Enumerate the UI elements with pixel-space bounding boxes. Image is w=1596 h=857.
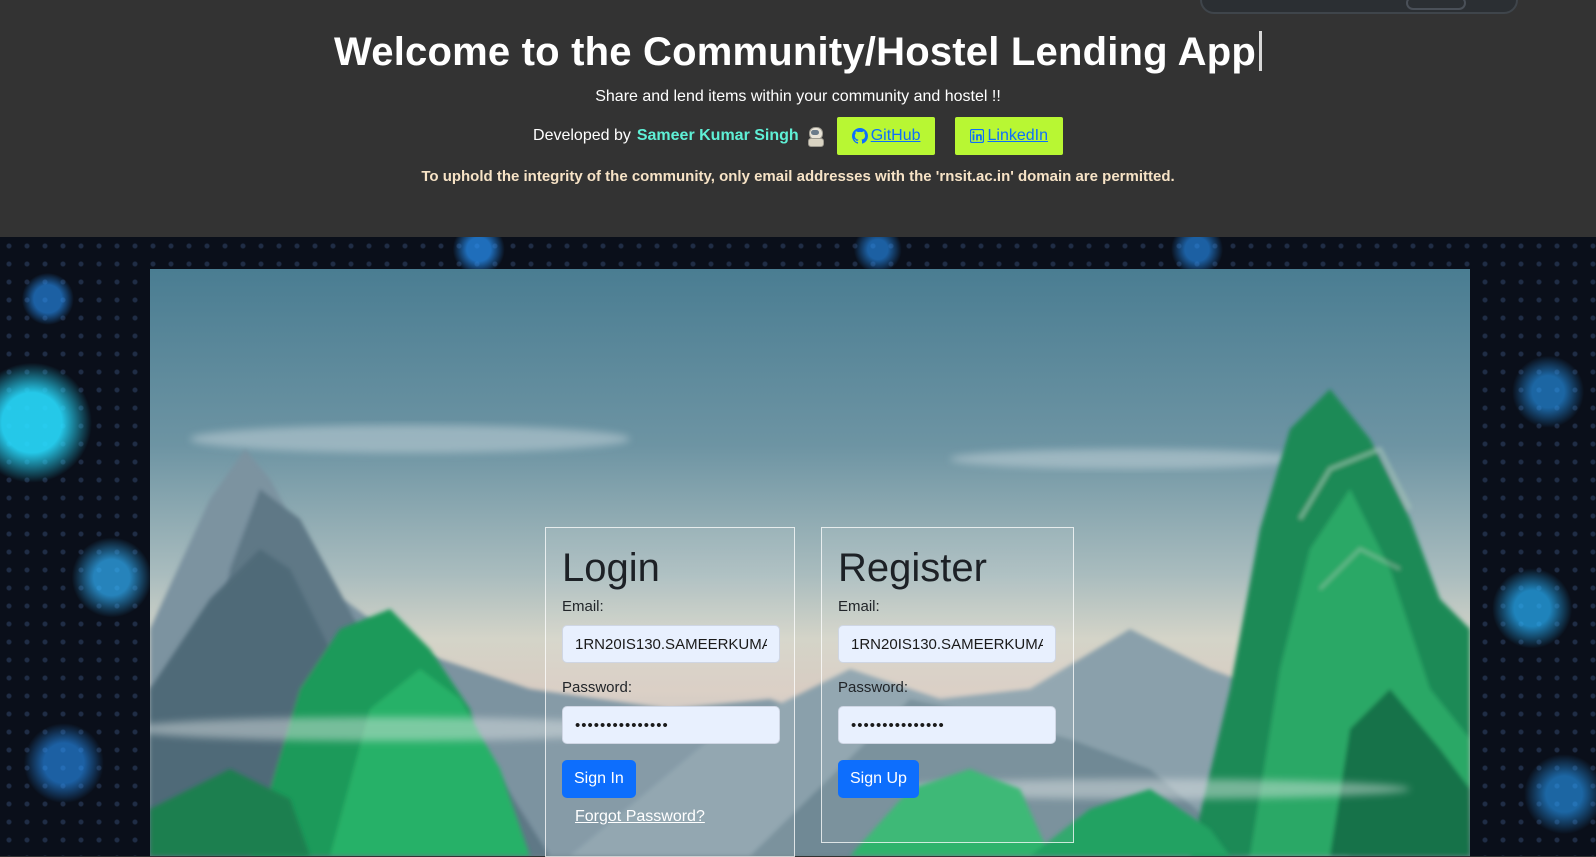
login-email-input[interactable] — [562, 625, 780, 663]
sign-in-button[interactable]: Sign In — [562, 760, 636, 798]
github-icon — [851, 128, 868, 144]
astronaut-icon — [807, 127, 824, 147]
register-password-label: Password: — [838, 679, 909, 696]
forgot-password-link[interactable]: Forgot Password? — [575, 808, 778, 826]
page-title: Welcome to the Community/Hostel Lending … — [0, 30, 1596, 75]
login-password-input[interactable] — [562, 706, 780, 744]
header: Welcome to the Community/Hostel Lending … — [0, 0, 1596, 237]
linkedin-label: LinkedIn — [987, 127, 1048, 144]
register-email-label: Email: — [838, 598, 880, 615]
typing-cursor — [1258, 31, 1262, 71]
register-password-input[interactable] — [838, 706, 1056, 744]
page-title-text: Welcome to the Community/Hostel Lending … — [334, 30, 1256, 74]
login-form: Login Email: Password: Sign In Forgot Pa… — [545, 527, 795, 857]
developed-by-label: Developed by — [533, 127, 631, 144]
mountain-illustration — [150, 389, 1470, 856]
linkedin-button[interactable]: LinkedIn — [955, 117, 1063, 155]
register-title: Register — [838, 546, 987, 590]
domain-notice: To uphold the integrity of the community… — [421, 168, 1175, 185]
page-subtitle: Share and lend items within your communi… — [595, 88, 1001, 105]
github-button[interactable]: GitHub — [836, 117, 936, 155]
developer-row: Developed by Sameer Kumar Singh GitHub L… — [0, 117, 1596, 155]
linkedin-icon — [970, 129, 985, 143]
developer-name: Sameer Kumar Singh — [636, 127, 799, 144]
login-email-label: Email: — [562, 598, 604, 615]
mountain-scene-panel — [150, 269, 1470, 856]
github-label: GitHub — [870, 127, 921, 144]
login-title: Login — [562, 546, 660, 590]
login-password-label: Password: — [562, 679, 633, 696]
top-toolbar-pill[interactable] — [1200, 0, 1518, 14]
register-form: Register Email: Password: Sign Up — [821, 527, 1074, 843]
register-email-input[interactable] — [838, 625, 1056, 663]
sign-up-button[interactable]: Sign Up — [838, 760, 919, 798]
